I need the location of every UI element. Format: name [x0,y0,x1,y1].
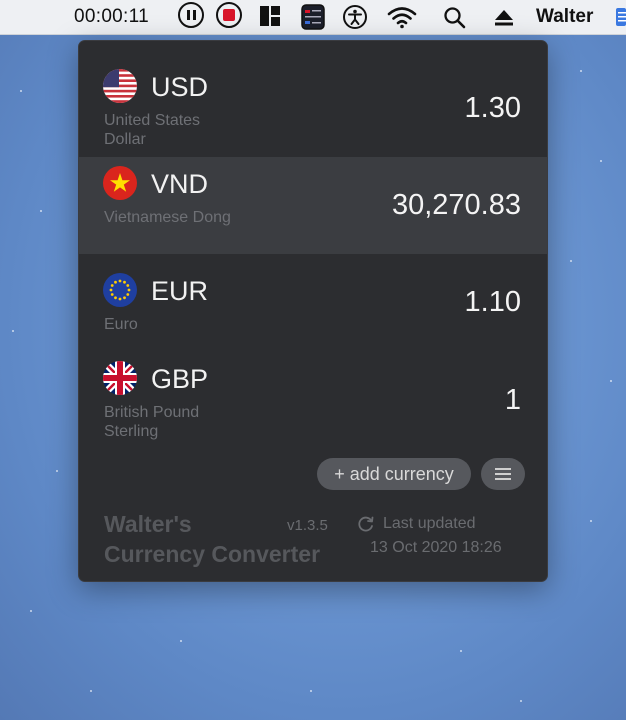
stop-recording-button[interactable] [216,2,242,28]
last-updated-label: Last updated [383,515,476,532]
currency-row-usd[interactable]: USD United States Dollar 1.30 [79,41,547,157]
menu-button[interactable] [481,458,525,490]
currency-app-icon[interactable] [301,4,325,30]
app-version: v1.3.5 [287,517,328,534]
currency-row-eur[interactable]: EUR Euro 1.10 [79,254,547,344]
currency-code: GBP [151,364,209,394]
currency-name: British Pound Sterling [104,404,200,440]
currency-code: VND [151,169,209,199]
menu-bar: 00:00:11 Walter [0,0,626,35]
search-icon[interactable] [443,6,467,30]
currency-amount[interactable]: 30,270.83 [392,189,521,222]
currency-amount[interactable]: 1.10 [465,286,521,319]
currency-code: USD [151,72,209,102]
currency-name: Euro [104,316,138,333]
currency-name: Vietnamese Dong [104,209,231,226]
vietnam-flag-icon [103,166,137,200]
accessibility-icon[interactable] [342,4,368,30]
last-updated-time: 13 Oct 2020 18:26 [370,539,502,556]
currency-amount[interactable]: 1.30 [465,92,521,125]
user-name[interactable]: Walter [536,6,593,28]
window-layout-icon[interactable] [259,5,281,27]
pause-recording-button[interactable] [178,2,204,28]
pause-icon [186,10,196,20]
recording-timer: 00:00:11 [74,6,149,27]
currency-row-vnd[interactable]: VND Vietnamese Dong 30,270.83 [79,157,547,254]
currency-amount[interactable]: 1 [505,384,521,417]
eject-icon[interactable] [493,8,515,28]
refresh-icon[interactable] [357,515,375,533]
currency-name: United States Dollar [104,112,201,148]
currency-converter-popover: USD United States Dollar 1.30 VND Vietna… [78,40,548,582]
hamburger-icon [495,468,511,470]
stop-icon [223,9,235,21]
currency-code: EUR [151,276,209,306]
us-flag-icon [103,69,137,103]
control-center-icon[interactable] [616,6,626,28]
uk-flag-icon [103,361,137,395]
eu-flag-icon [103,273,137,307]
add-currency-button[interactable]: + add currency [317,458,471,490]
wifi-icon[interactable] [387,5,417,29]
currency-row-gbp[interactable]: GBP British Pound Sterling 1 [79,344,547,444]
